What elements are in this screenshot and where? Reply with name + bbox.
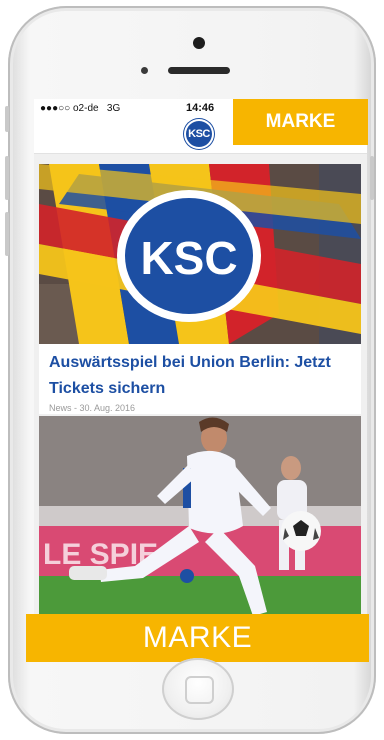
ksc-logo[interactable]: KSC <box>184 119 214 149</box>
volume-down-button <box>5 212 9 256</box>
ad-banner-top[interactable]: MARKE <box>233 99 368 145</box>
status-time: 14:46 <box>186 102 215 114</box>
signal-strength: ●●●○○ <box>40 103 71 114</box>
article-meta: News - 30. Aug. 2016 <box>49 403 136 413</box>
network-type: 3G <box>106 103 121 114</box>
home-button[interactable] <box>162 658 234 720</box>
front-camera <box>193 37 205 49</box>
phone-screen: ●●●○○ o2-de 3G 14:46 KSC KSC Auswärtsspi… <box>34 99 367 659</box>
flag-image: KSC <box>39 164 361 344</box>
proximity-sensor <box>141 67 148 74</box>
power-button <box>370 156 374 200</box>
ad-banner-bottom[interactable]: MARKE <box>26 614 369 662</box>
carrier-name: o2-de <box>72 103 99 114</box>
article-title[interactable]: Auswärtsspiel bei Union Berlin: Jetzt Ti… <box>49 350 349 402</box>
flag-emblem-text: KSC <box>140 232 237 284</box>
news-card[interactable]: KSC Auswärtsspiel bei Union Berlin: Jetz… <box>39 164 361 414</box>
ksc-flag-illustration: KSC <box>39 164 361 344</box>
volume-up-button <box>5 156 9 200</box>
mute-switch <box>5 106 9 132</box>
status-carrier-group: ●●●○○ o2-de 3G <box>40 103 120 114</box>
earpiece-speaker <box>168 67 230 74</box>
